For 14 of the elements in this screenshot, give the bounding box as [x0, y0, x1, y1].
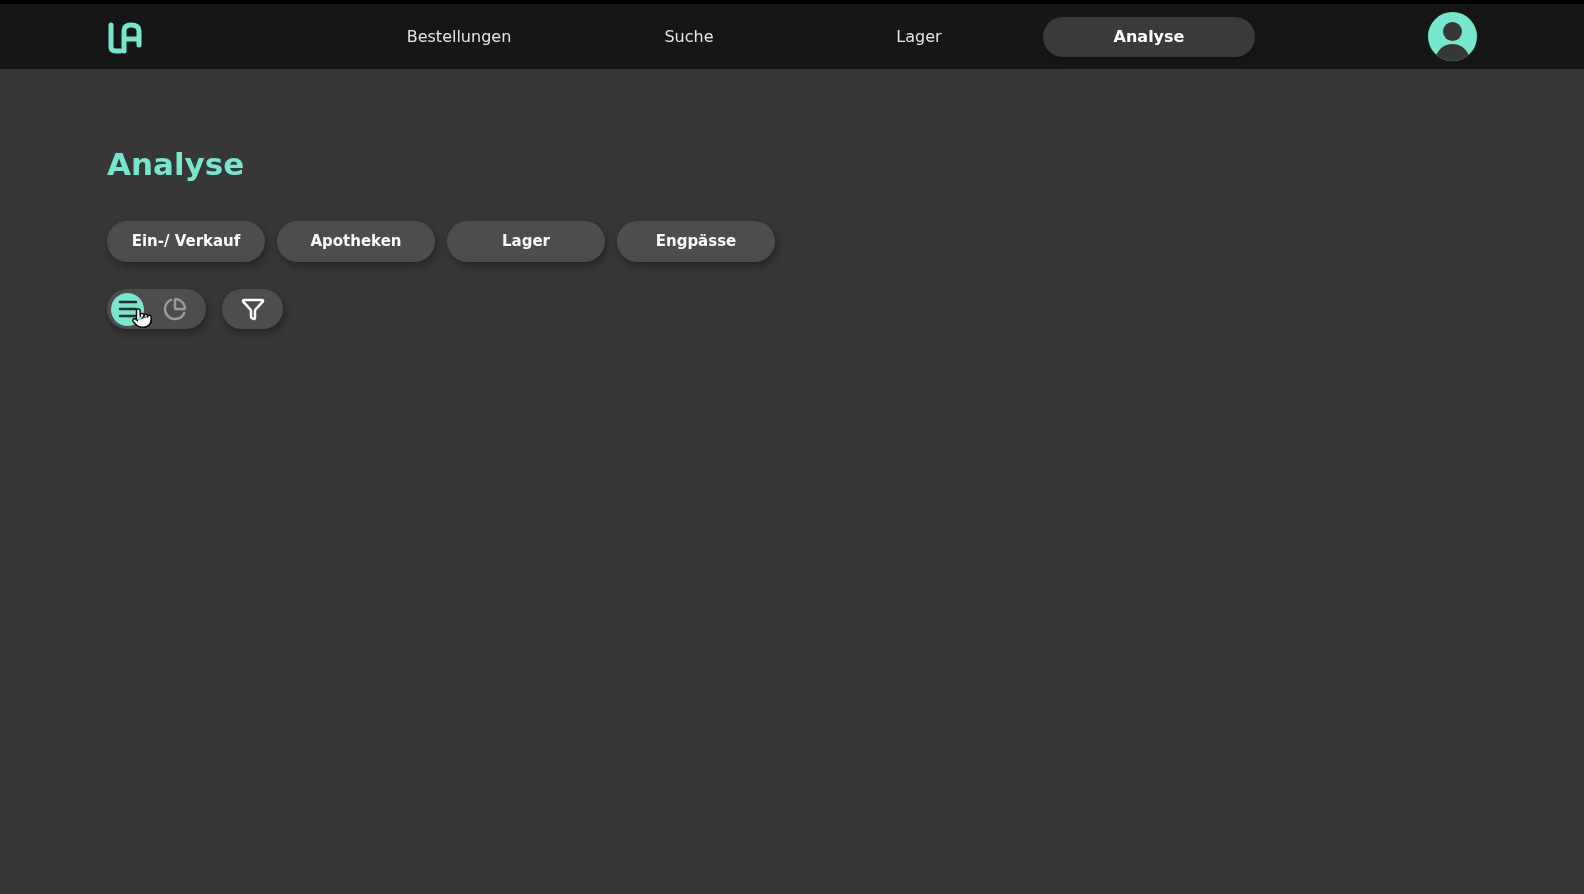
page-title: Analyse [107, 149, 246, 180]
filter-icon [240, 297, 265, 321]
tab[interactable]: Lager [447, 221, 605, 262]
pie-chart-icon [162, 297, 187, 321]
tab[interactable]: Apotheken [277, 221, 435, 262]
nav-tab[interactable]: Lager [813, 16, 1025, 57]
nav-tab[interactable]: Analyse [1043, 16, 1255, 57]
nav-tab[interactable]: Bestellungen [353, 16, 565, 57]
nav-tab[interactable]: Suche [583, 16, 795, 57]
tab[interactable]: Ein-/ Verkauf [107, 221, 265, 262]
tab[interactable]: Engpässe [617, 221, 775, 262]
filter-button[interactable] [222, 289, 283, 329]
avatar-icon[interactable] [1428, 12, 1477, 61]
hand-cursor-icon [131, 307, 153, 329]
